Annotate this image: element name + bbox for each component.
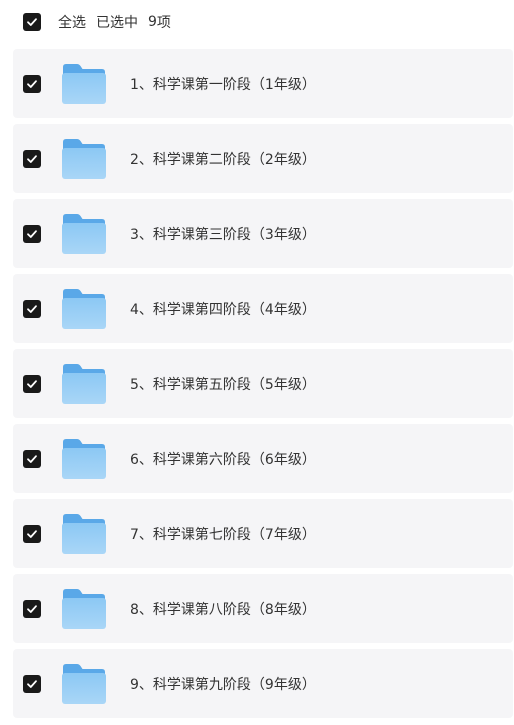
folder-icon [62, 138, 106, 179]
checkmark-icon [27, 18, 37, 26]
folder-name[interactable]: 5、科学课第五阶段（5年级） [130, 374, 316, 394]
folder-icon [62, 213, 106, 254]
checkmark-icon [27, 79, 37, 88]
select-all-label[interactable]: 全选 [58, 12, 86, 32]
folder-name[interactable]: 7、科学课第七阶段（7年级） [130, 524, 316, 544]
list-item[interactable]: 5、科学课第五阶段（5年级） [13, 349, 513, 418]
list-item[interactable]: 3、科学课第三阶段（3年级） [13, 199, 513, 268]
folder-icon [62, 663, 106, 704]
checkmark-icon [27, 154, 37, 163]
list-item[interactable]: 2、科学课第二阶段（2年级） [13, 124, 513, 193]
selected-count: 9 [148, 14, 157, 30]
checkmark-icon [27, 679, 37, 688]
folder-name[interactable]: 9、科学课第九阶段（9年级） [130, 674, 316, 694]
selection-summary: 全选 已选中 9 项 [58, 12, 171, 32]
selected-prefix: 已选中 [96, 15, 138, 31]
selection-header: 全选 已选中 9 项 [0, 0, 514, 44]
folder-name[interactable]: 2、科学课第二阶段（2年级） [130, 149, 316, 169]
item-checkbox[interactable] [23, 74, 41, 93]
folder-icon [62, 63, 106, 104]
list-item[interactable]: 9、科学课第九阶段（9年级） [13, 649, 513, 718]
checkmark-icon [27, 604, 37, 613]
item-checkbox[interactable] [23, 149, 41, 168]
folder-icon [62, 288, 106, 329]
select-all-checkbox[interactable] [23, 13, 41, 31]
item-checkbox[interactable] [23, 224, 41, 243]
folder-name[interactable]: 4、科学课第四阶段（4年级） [130, 299, 316, 319]
list-item[interactable]: 8、科学课第八阶段（8年级） [13, 574, 513, 643]
selected-suffix: 项 [156, 15, 171, 31]
item-checkbox[interactable] [23, 674, 41, 693]
item-checkbox[interactable] [23, 374, 41, 393]
list-item[interactable]: 7、科学课第七阶段（7年级） [13, 499, 513, 568]
list-item[interactable]: 4、科学课第四阶段（4年级） [13, 274, 513, 343]
item-checkbox[interactable] [23, 449, 41, 468]
checkmark-icon [27, 229, 37, 238]
folder-icon [62, 363, 106, 404]
item-checkbox[interactable] [23, 524, 41, 543]
checkmark-icon [27, 529, 37, 538]
folder-name[interactable]: 8、科学课第八阶段（8年级） [130, 599, 316, 619]
item-checkbox[interactable] [23, 299, 41, 318]
folder-icon [62, 438, 106, 479]
list-item[interactable]: 6、科学课第六阶段（6年级） [13, 424, 513, 493]
item-checkbox[interactable] [23, 599, 41, 618]
list-item[interactable]: 1、科学课第一阶段（1年级） [13, 49, 513, 118]
checkmark-icon [27, 304, 37, 313]
folder-icon [62, 588, 106, 629]
folder-name[interactable]: 3、科学课第三阶段（3年级） [130, 224, 316, 244]
folder-name[interactable]: 6、科学课第六阶段（6年级） [130, 449, 316, 469]
folder-icon [62, 513, 106, 554]
folder-name[interactable]: 1、科学课第一阶段（1年级） [130, 74, 316, 94]
checkmark-icon [27, 379, 37, 388]
checkmark-icon [27, 454, 37, 463]
